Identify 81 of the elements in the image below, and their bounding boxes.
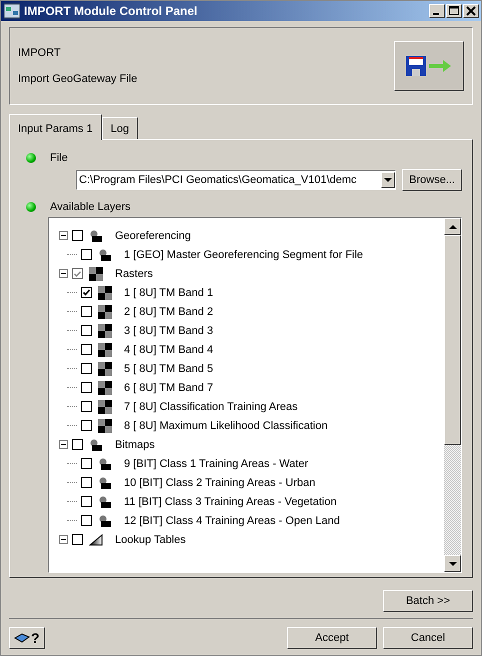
tree-group-label[interactable]: Georeferencing	[115, 230, 191, 242]
tree-item-label[interactable]: 11 [BIT] Class 3 Training Areas - Vegetation	[124, 496, 337, 508]
checkbox[interactable]	[81, 458, 92, 469]
tree-item-label[interactable]: 8 [ 8U] Maximum Likelihood Classification	[124, 420, 328, 432]
tree-item-label[interactable]: 12 [BIT] Class 4 Training Areas - Open Land	[124, 514, 340, 526]
tab[interactable]: Log	[102, 117, 138, 139]
layer-shape-icon	[98, 496, 112, 508]
module-title: IMPORT	[18, 47, 62, 59]
checkbox[interactable]	[81, 477, 92, 488]
checkbox[interactable]	[72, 534, 83, 545]
run-button[interactable]	[394, 41, 464, 91]
checkbox[interactable]	[72, 268, 83, 279]
checkbox[interactable]	[81, 363, 92, 374]
app-icon	[4, 3, 20, 19]
scrollbar[interactable]	[444, 218, 461, 572]
tree-item-label[interactable]: 3 [ 8U] TM Band 3	[124, 324, 214, 336]
checkbox[interactable]	[81, 306, 92, 317]
grid-icon	[98, 418, 112, 432]
checkbox[interactable]	[81, 401, 92, 412]
grid-icon	[89, 266, 103, 280]
tab[interactable]: Input Params 1	[9, 114, 102, 140]
grid-icon	[98, 400, 112, 414]
layer-shape-icon	[98, 248, 112, 260]
window-title: IMPORT Module Control Panel	[24, 4, 198, 18]
tree-group-label[interactable]: Bitmaps	[115, 438, 155, 450]
grid-icon	[98, 304, 112, 318]
checkbox[interactable]	[81, 344, 92, 355]
minimize-icon	[433, 13, 439, 15]
file-combo-box[interactable]: C:\Program Files\PCI Geomatics\Geomatica_V101\demc	[76, 170, 396, 190]
checkbox[interactable]	[81, 496, 92, 507]
dialog-button[interactable]: Cancel	[383, 627, 473, 649]
grid-icon	[98, 286, 112, 300]
checkbox[interactable]	[72, 230, 83, 241]
grid-icon	[98, 342, 112, 356]
layer-shape-icon	[98, 514, 112, 526]
file-label: File	[50, 152, 68, 164]
close-icon	[466, 6, 476, 16]
batch-button[interactable]: Batch >>	[383, 590, 473, 612]
maximize-button[interactable]	[446, 4, 462, 18]
tree-item-label[interactable]: 7 [ 8U] Classification Training Areas	[124, 400, 298, 412]
help-button[interactable]: ?	[9, 627, 45, 649]
tree-item-label[interactable]: 1 [GEO] Master Georeferencing Segment for File	[124, 248, 364, 260]
layer-shape-icon	[89, 230, 103, 242]
layer-shape-icon	[98, 458, 112, 470]
tree-group-label[interactable]: Rasters	[115, 268, 153, 280]
checkbox[interactable]	[81, 382, 92, 393]
collapse-toggle[interactable]	[59, 269, 68, 278]
floppy-arrow-icon	[405, 54, 453, 78]
close-button[interactable]	[463, 4, 479, 18]
module-description: Import GeoGateway File	[18, 73, 138, 85]
collapse-toggle[interactable]	[59, 535, 68, 544]
collapse-toggle[interactable]	[59, 440, 68, 449]
checkbox[interactable]	[81, 420, 92, 431]
layer-shape-icon	[98, 476, 112, 488]
grid-icon	[98, 362, 112, 376]
grid-icon	[98, 380, 112, 394]
checkbox[interactable]	[81, 325, 92, 336]
collapse-toggle[interactable]	[59, 231, 68, 240]
grid-icon	[98, 324, 112, 338]
tree-group-label[interactable]: Lookup Tables	[115, 534, 186, 546]
tree-item-label[interactable]: 4 [ 8U] TM Band 4	[124, 344, 214, 356]
checkbox[interactable]	[72, 439, 83, 450]
tree-item-label[interactable]: 9 [BIT] Class 1 Training Areas - Water	[124, 458, 308, 470]
browse-button[interactable]: Browse...	[402, 169, 462, 191]
tree-item-label[interactable]: 2 [ 8U] TM Band 2	[124, 306, 214, 318]
layer-shape-icon	[89, 438, 103, 450]
tree-item-label[interactable]: 6 [ 8U] TM Band 7	[124, 382, 214, 394]
checkbox[interactable]	[81, 515, 92, 526]
ramp-icon	[89, 534, 103, 546]
tree-item-label[interactable]: 1 [ 8U] TM Band 1	[124, 286, 214, 298]
dialog-button[interactable]: Accept	[287, 627, 377, 649]
dropdown-arrow-icon	[384, 178, 392, 182]
scroll-up-icon	[448, 224, 456, 228]
tree-item-label[interactable]: 5 [ 8U] TM Band 5	[124, 362, 214, 374]
checkbox[interactable]	[81, 287, 92, 298]
layers-label: Available Layers	[50, 201, 131, 213]
scroll-down-icon	[448, 562, 456, 566]
maximize-icon	[449, 6, 459, 16]
checkbox[interactable]	[81, 249, 92, 260]
tree-item-label[interactable]: 10 [BIT] Class 2 Training Areas - Urban	[124, 476, 316, 488]
minimize-button[interactable]	[429, 4, 445, 18]
